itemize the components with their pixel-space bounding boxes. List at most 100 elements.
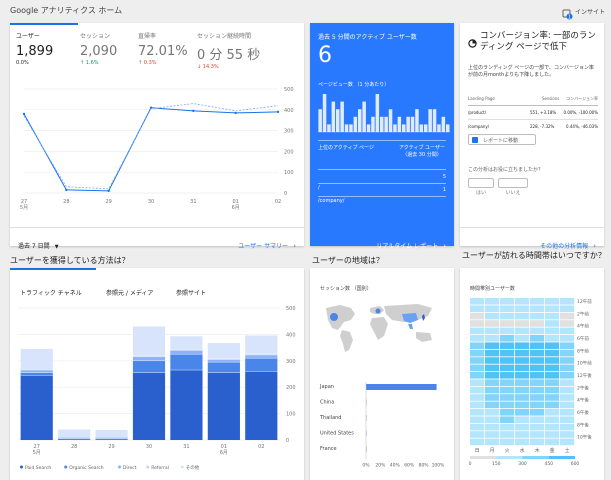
heatmap-cell (560, 327, 575, 335)
stacked-bar-segment (207, 359, 240, 363)
heatmap-cell (470, 320, 485, 327)
x-tick-label: 20% (375, 463, 386, 469)
tab-source-medium[interactable]: 参照元 / メディア (106, 280, 153, 299)
hour-label: 6午後 (577, 409, 589, 416)
tab-label: 参照元 / メディア (106, 290, 154, 297)
more-insights-link[interactable]: その他の分析情報 › (540, 233, 596, 252)
heatmap-cell (515, 312, 530, 320)
heatmap-cell (545, 298, 560, 305)
metric-value: 2,090 (80, 44, 118, 59)
insight-button[interactable]: 1 インサイト (562, 5, 608, 20)
date-range-dropdown[interactable]: 過去 7 日間 ▼ (18, 233, 59, 252)
heatmap-cell (545, 305, 560, 312)
heatmap-cell (500, 438, 515, 446)
time-subtitle: 時間帯別ユーザー数 (470, 286, 515, 292)
y-tick-label: 100 (284, 170, 294, 176)
heatmap-cell (470, 305, 485, 312)
heatmap-cell (515, 401, 530, 409)
legend-label: Paid Search (25, 465, 51, 471)
metric-value: 0 分 55 秒 (197, 48, 261, 63)
y-tick-label: 0 (286, 438, 289, 444)
data-point (276, 110, 280, 114)
metric-tab-users[interactable]: ユーザー 1,899 0.0% (10, 23, 78, 66)
pageview-bar (336, 109, 340, 132)
stacked-bar-segment (170, 370, 203, 440)
heatmap-cell (500, 305, 515, 312)
x-tick-label: 29 (105, 199, 111, 205)
legend-marker (180, 465, 184, 469)
metric-tab-sessions[interactable]: セッション 2,090 ↑ 1.6% (80, 31, 136, 66)
heatmap-cell (470, 298, 485, 305)
stacked-bar-segment (207, 372, 240, 440)
heatmap-cell (560, 364, 575, 372)
hour-label: 2午前 (577, 310, 589, 317)
pageview-bar (344, 124, 349, 132)
page-path: /company/ (318, 198, 345, 204)
rate-value: 0.00%, -100.00% (563, 110, 599, 115)
heatmap-cell (560, 379, 575, 386)
heatmap-cell (500, 320, 515, 327)
heatmap-cell (485, 305, 500, 312)
arrow-down-icon: ↓ (197, 64, 202, 70)
heatmap-cell (545, 320, 560, 327)
x-tick-label: 100% (432, 463, 446, 469)
tab-referrals[interactable]: 参照サイト (176, 280, 206, 299)
users-summary-link[interactable]: ユーザー サマリー › (238, 233, 296, 252)
pageview-bar (340, 101, 344, 132)
hour-label: 4午前 (577, 323, 589, 330)
overview-card: ユーザー 1,899 0.0% セッション 2,090 ↑ 1.6% 直帰率 7… (10, 23, 304, 250)
pageview-bar (380, 116, 384, 132)
realtime-report-link[interactable]: リアルタイム レポート › (376, 233, 446, 252)
heatmap-cell (470, 386, 485, 394)
y-tick-label: 100 (286, 412, 296, 418)
heatmap-cell (530, 320, 545, 327)
heatmap-cell (560, 349, 575, 357)
data-point (234, 111, 237, 115)
heatmap-cell (500, 416, 515, 423)
feedback-yes-button[interactable]: はい (468, 178, 494, 196)
pageview-bar (358, 109, 362, 132)
realtime-card: 過去 5 分間のアクティブ ユーザー数 6 ページビュー数 （1 分あたり） 上… (310, 23, 454, 250)
chevron-right-icon: › (443, 242, 446, 250)
pageview-bar (384, 116, 388, 132)
heatmap-cell (545, 416, 560, 423)
active-users-count: 6 (318, 43, 332, 68)
y-tick-label: 200 (284, 149, 294, 155)
country-label: China (320, 400, 334, 406)
tab-traffic-channel[interactable]: トラフィック チャネル (20, 280, 82, 299)
metric-value: 72.01% (138, 44, 188, 59)
metric-delta: 0.0% (16, 60, 29, 66)
metric-tab-session-duration[interactable]: セッション継続時間 0 分 55 秒 ↓ 14.3% (197, 31, 297, 70)
heatmap-cell (560, 416, 575, 423)
heatmap-cell (485, 409, 500, 416)
scale-swatch (548, 456, 575, 459)
pageview-bar (446, 124, 450, 132)
scale-label: 450 (544, 461, 553, 467)
heatmap-cell (530, 364, 545, 372)
heatmap-cell (545, 379, 560, 386)
stacked-bar-segment (170, 354, 203, 371)
geo-subtitle: セッション数 （国別） (320, 286, 372, 292)
heatmap-cell (545, 394, 560, 401)
feedback-no-button[interactable]: いいえ (498, 178, 528, 196)
users-by-time-heatmap: 12午前 2午前 4午前 6午前 8午前 10午前 12午後 2午後 4午後 6午後 8午後 10午後… (469, 298, 592, 467)
heatmap-cell (545, 364, 560, 372)
heatmap-cell (545, 335, 560, 342)
metric-tab-bounce-rate[interactable]: 直帰率 72.01% ↑ 0.3% (138, 31, 194, 66)
heatmap-cell (560, 335, 575, 342)
metric-tabs: ユーザー 1,899 0.0% セッション 2,090 ↑ 1.6% 直帰率 7… (10, 23, 304, 73)
geo-card: セッション数 （国別） Japan China Thailand United Sta… (310, 268, 454, 480)
x-tick-label: 5月 (33, 450, 41, 456)
go-to-report-button[interactable]: レポートに移動 (468, 134, 536, 145)
pageviews-per-minute-chart (318, 94, 450, 133)
col-sessions: Sessions (542, 96, 560, 101)
heatmap-cell (560, 409, 575, 416)
y-tick-label: 300 (284, 129, 294, 135)
heatmap-cell (515, 431, 530, 438)
stacked-bar-segment (170, 336, 203, 350)
stacked-bar-segment (132, 360, 166, 373)
stacked-bar-segment (20, 375, 53, 440)
day-label: 金 (550, 447, 555, 454)
heatmap-cell (560, 312, 575, 320)
pageview-bar (402, 124, 406, 132)
